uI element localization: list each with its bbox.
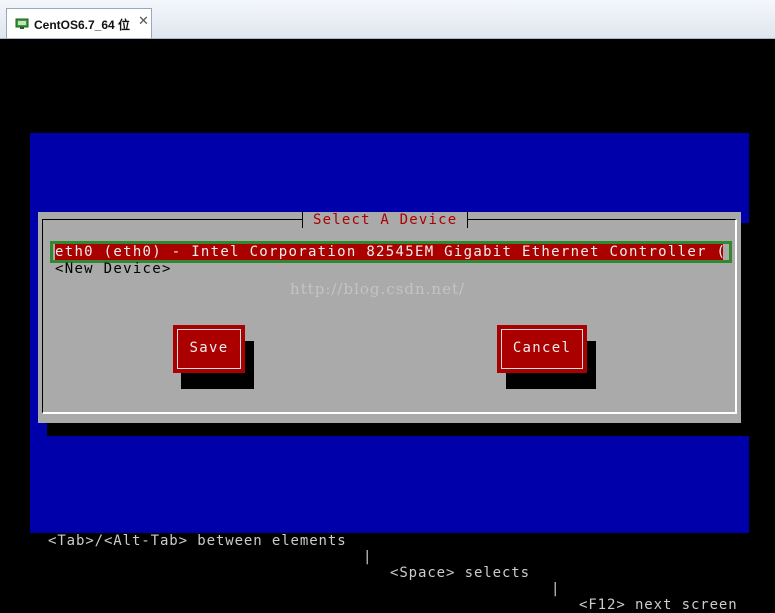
tab-title: CentOS6.7_64 位 [34, 18, 131, 32]
hint-space: <Space> selects [390, 565, 530, 581]
hint-f12: <F12> next screen [579, 597, 738, 613]
help-line: <Tab>/<Alt-Tab> between elements | <Spac… [0, 517, 775, 613]
hint-tab: <Tab>/<Alt-Tab> between elements [48, 533, 347, 549]
browser-tab-bar: CentOS6.7_64 位 ✕ [0, 0, 775, 39]
save-button-label: Save [177, 329, 241, 369]
device-list[interactable]: eth0 (eth0) - Intel Corporation 82545EM … [50, 241, 732, 277]
watermark-text: http://blog.csdn.net/ [290, 280, 466, 298]
vm-tab[interactable]: CentOS6.7_64 位 ✕ [6, 8, 152, 38]
list-item-new-device[interactable]: <New Device> [55, 261, 172, 277]
cancel-button-label: Cancel [501, 329, 583, 369]
hint-separator: | [551, 581, 561, 597]
hint-separator: | [363, 549, 373, 565]
vm-icon [15, 18, 29, 29]
close-icon[interactable]: ✕ [138, 14, 149, 29]
list-item-eth0[interactable]: eth0 (eth0) - Intel Corporation 82545EM … [55, 244, 723, 260]
save-button[interactable]: Save [173, 325, 245, 373]
dialog-title: Select A Device [302, 212, 469, 228]
cancel-button[interactable]: Cancel [497, 325, 587, 373]
